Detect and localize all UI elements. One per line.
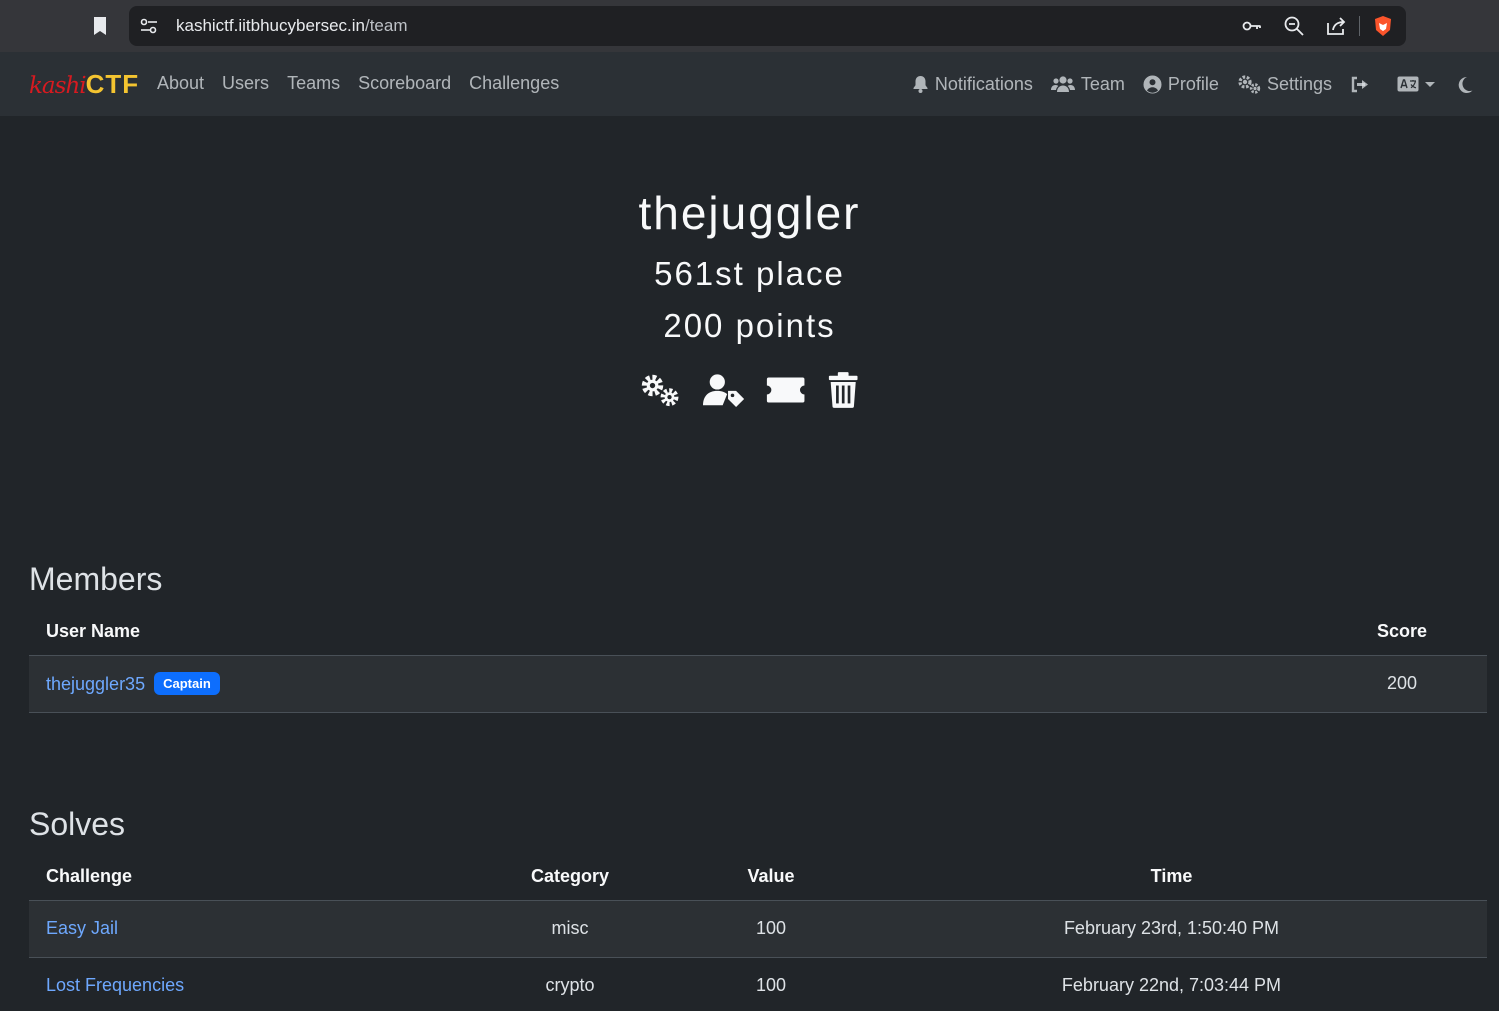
- member-link[interactable]: thejuggler35: [46, 674, 145, 694]
- browser-toolbar: kashictf.iitbhucybersec.in/team: [0, 0, 1499, 52]
- challenge-cell: Lost Frequencies: [29, 957, 454, 1011]
- table-row: Lost Frequencies crypto 100 February 22n…: [29, 957, 1487, 1011]
- challenge-cell: Easy Jail: [29, 900, 454, 958]
- nav-right: Notifications Team Profile Settings: [894, 71, 1479, 97]
- team-actions: [640, 368, 880, 412]
- language-dropdown[interactable]: [1397, 76, 1435, 92]
- key-icon[interactable]: [1241, 15, 1263, 37]
- ticket-icon[interactable]: [766, 375, 805, 405]
- nav-settings[interactable]: Settings: [1237, 74, 1332, 95]
- bookmark-icon[interactable]: [92, 16, 108, 36]
- nav-settings-label: Settings: [1266, 73, 1332, 94]
- moon-icon: [1458, 76, 1473, 93]
- value-cell: 100: [686, 957, 856, 1011]
- url-text[interactable]: kashictf.iitbhucybersec.in/team: [176, 16, 408, 36]
- time-cell: February 22nd, 7:03:44 PM: [856, 957, 1487, 1011]
- captain-badge: Captain: [154, 672, 220, 695]
- col-challenge: Challenge: [29, 853, 454, 901]
- nav-profile-label: Profile: [1167, 73, 1219, 94]
- solves-table: Challenge Category Value Time Easy Jail …: [29, 853, 1487, 1011]
- members-title: Members: [29, 561, 163, 597]
- team-name: thejuggler: [638, 187, 861, 239]
- chevron-down-icon: [1425, 81, 1435, 87]
- site-settings-icon[interactable]: [139, 17, 159, 35]
- trash-icon[interactable]: [828, 370, 858, 410]
- theme-toggle[interactable]: [1457, 76, 1479, 93]
- solves-header-row: Challenge Category Value Time: [29, 853, 1487, 901]
- user-circle-icon: [1143, 75, 1162, 93]
- category-cell: crypto: [454, 957, 686, 1011]
- site-navbar: kashiCTF About Users Teams Scoreboard Ch…: [0, 52, 1499, 116]
- toolbar-separator: [1359, 16, 1360, 36]
- col-category: Category: [454, 853, 686, 901]
- brand-kashi: kashi: [29, 73, 87, 99]
- value-cell: 100: [686, 900, 856, 958]
- nav-notifications-label: Notifications: [934, 73, 1033, 94]
- col-value: Value: [686, 853, 856, 901]
- nav-logout[interactable]: [1350, 76, 1375, 93]
- users-icon: [1050, 76, 1075, 92]
- members-table: User Name Score thejuggler35 Captain 200: [29, 608, 1487, 713]
- nav-team[interactable]: Team: [1050, 73, 1125, 95]
- nav-links: About Users Teams Scoreboard Challenges: [157, 73, 559, 94]
- bell-icon: [913, 76, 928, 93]
- brave-shield-icon[interactable]: [1372, 15, 1394, 37]
- challenge-link[interactable]: Easy Jail: [46, 918, 118, 938]
- url-path: /team: [364, 16, 408, 35]
- category-cell: misc: [454, 900, 686, 958]
- col-score: Score: [1317, 608, 1487, 656]
- col-time: Time: [856, 853, 1487, 901]
- address-bar[interactable]: kashictf.iitbhucybersec.in/team: [129, 6, 1406, 46]
- time-cell: February 23rd, 1:50:40 PM: [856, 900, 1487, 958]
- language-icon: [1397, 76, 1419, 92]
- members-header-row: User Name Score: [29, 608, 1487, 656]
- nav-scoreboard[interactable]: Scoreboard: [358, 73, 451, 94]
- zoom-out-icon[interactable]: [1283, 15, 1305, 37]
- user-tag-icon[interactable]: [703, 371, 745, 409]
- nav-team-label: Team: [1080, 73, 1125, 94]
- table-row: thejuggler35 Captain 200: [29, 655, 1487, 713]
- brand-ctf: CTF: [85, 69, 140, 99]
- nav-challenges[interactable]: Challenges: [469, 73, 559, 94]
- nav-profile[interactable]: Profile: [1143, 74, 1219, 95]
- table-row: Easy Jail misc 100 February 23rd, 1:50:4…: [29, 900, 1487, 958]
- url-actions: [1221, 15, 1394, 37]
- cogs-icon: [1238, 75, 1261, 94]
- team-points: 200 points: [663, 307, 836, 344]
- team-header: thejuggler 561st place 200 points: [0, 180, 1499, 352]
- nav-users[interactable]: Users: [222, 73, 269, 94]
- logout-icon: [1351, 76, 1368, 92]
- solves-title: Solves: [29, 806, 126, 842]
- share-icon[interactable]: [1325, 15, 1347, 37]
- nav-notifications[interactable]: Notifications: [912, 74, 1033, 95]
- col-user-name: User Name: [29, 608, 1317, 656]
- member-cell: thejuggler35 Captain: [29, 655, 1317, 713]
- team-settings-icon[interactable]: [640, 371, 681, 409]
- nav-teams[interactable]: Teams: [287, 73, 340, 94]
- challenge-link[interactable]: Lost Frequencies: [46, 975, 184, 995]
- nav-about[interactable]: About: [157, 73, 204, 94]
- member-score: 200: [1317, 655, 1487, 713]
- brand-logo[interactable]: kashiCTF: [29, 69, 139, 99]
- url-host: kashictf.iitbhucybersec.in: [176, 16, 365, 35]
- team-place: 561st place: [654, 255, 845, 292]
